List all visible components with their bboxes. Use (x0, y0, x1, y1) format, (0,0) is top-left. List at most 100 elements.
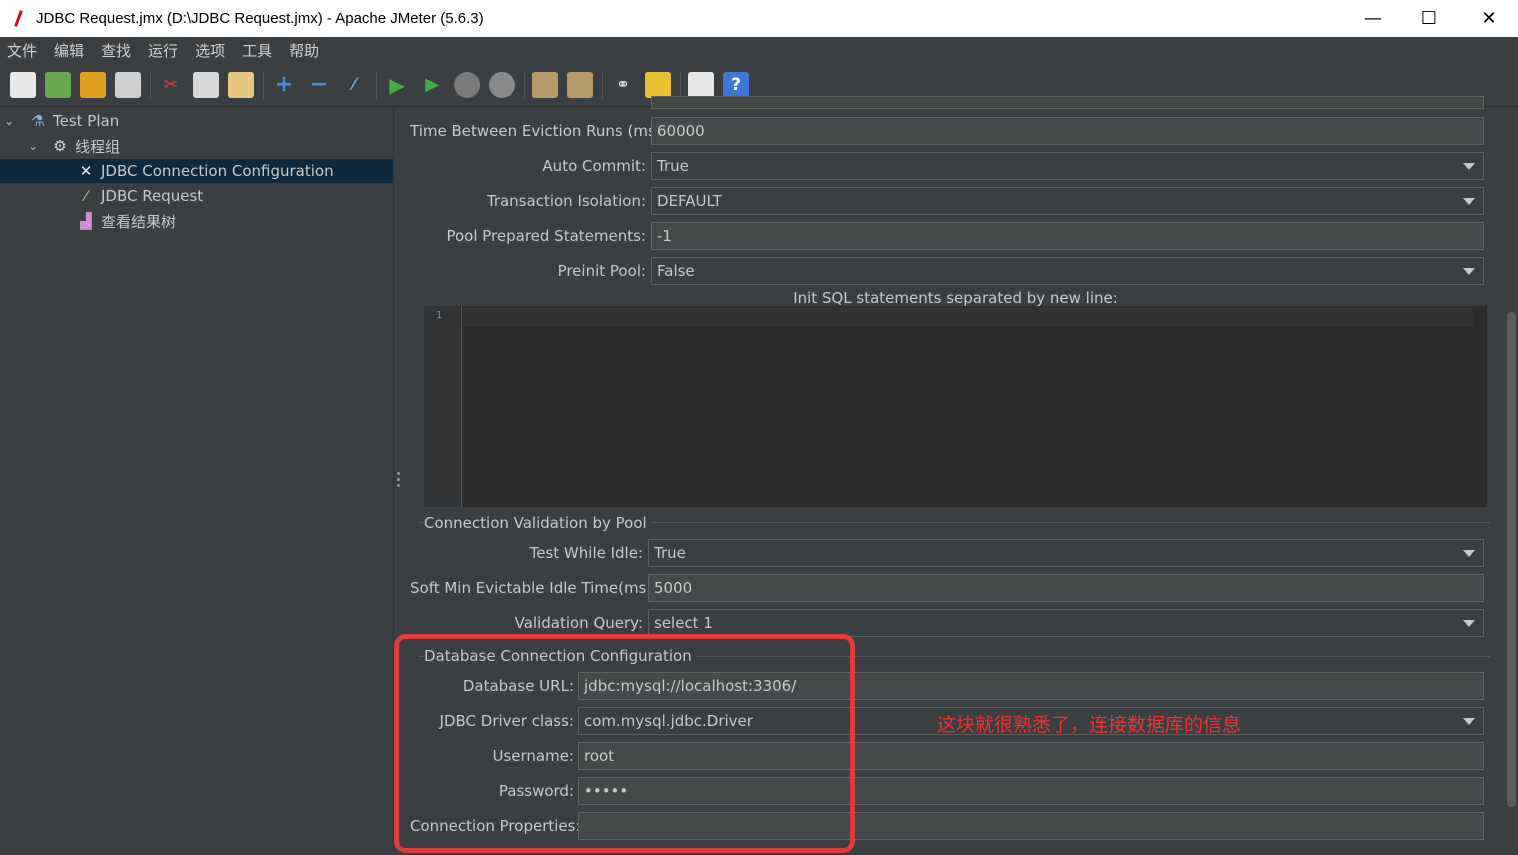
start-no-pauses-icon[interactable]: ▶ (419, 72, 445, 98)
preinit-label: Preinit Pool: (557, 262, 646, 280)
isolation-label: Transaction Isolation: (486, 192, 646, 210)
stop-icon[interactable] (454, 71, 480, 98)
menu-help[interactable]: 帮助 (289, 40, 319, 61)
chart-icon: ▟ (80, 212, 92, 230)
expand-icon[interactable]: + (271, 72, 297, 98)
menu-tools[interactable]: 工具 (242, 40, 272, 61)
scrollbar-thumb[interactable] (1507, 312, 1516, 807)
init-sql-editor[interactable]: 1 (424, 306, 1487, 507)
password-label: Password: (498, 782, 574, 800)
username-label: Username: (492, 747, 574, 765)
menu-options[interactable]: 选项 (195, 40, 225, 61)
function-helper-icon[interactable] (688, 71, 714, 98)
chevron-down-icon (1463, 163, 1475, 170)
isolation-value: DEFAULT (657, 192, 722, 210)
jmeter-feather-icon (12, 10, 26, 28)
database-section-title: Database Connection Configuration (424, 647, 696, 665)
current-line-highlight (463, 308, 1473, 327)
menu-search[interactable]: 查找 (101, 40, 131, 61)
tree-node-result-tree[interactable]: ▟ 查看结果树 (76, 209, 393, 233)
chevron-down-icon (1463, 718, 1475, 725)
reset-search-icon[interactable] (645, 71, 671, 98)
prepared-label: Pool Prepared Statements: (446, 227, 646, 245)
connection-properties-field[interactable] (578, 812, 1484, 840)
soft-min-field[interactable]: 5000 (648, 574, 1484, 602)
connection-properties-label: Connection Properties: (410, 817, 581, 835)
driver-class-value: com.mysql.jdbc.Driver (584, 712, 753, 730)
tree-label: JDBC Connection Configuration (101, 162, 334, 180)
copy-icon[interactable] (193, 71, 219, 98)
chevron-down-icon[interactable]: ⌄ (4, 114, 18, 128)
soft-min-label: Soft Min Evictable Idle Time(ms): (410, 579, 658, 597)
driver-class-label: JDBC Driver class: (439, 712, 574, 730)
menu-file[interactable]: 文件 (7, 40, 37, 61)
chevron-down-icon (1463, 268, 1475, 275)
open-icon[interactable] (80, 71, 106, 98)
test-idle-value: True (654, 544, 686, 562)
autocommit-label: Auto Commit: (542, 157, 646, 175)
prepared-field[interactable]: -1 (651, 222, 1484, 250)
close-button[interactable]: ✕ (1460, 0, 1518, 37)
validation-query-value: select 1 (654, 614, 713, 632)
validation-query-label: Validation Query: (514, 614, 643, 632)
menu-edit[interactable]: 编辑 (54, 40, 84, 61)
split-grip-icon[interactable] (397, 472, 401, 492)
database-url-field[interactable]: jdbc:mysql://localhost:3306/ (578, 672, 1484, 700)
save-icon[interactable] (115, 71, 141, 98)
preinit-select[interactable]: False (651, 257, 1484, 285)
username-field[interactable]: root (578, 742, 1484, 770)
window-title: JDBC Request.jmx (D:\JDBC Request.jmx) -… (36, 10, 484, 27)
preinit-value: False (657, 262, 695, 280)
init-sql-label: Init SQL statements separated by new lin… (793, 289, 1118, 307)
menu-run[interactable]: 运行 (148, 40, 178, 61)
chevron-down-icon (1463, 550, 1475, 557)
maximize-button[interactable]: ☐ (1400, 0, 1458, 37)
validation-section-title: Connection Validation by Pool (424, 514, 651, 532)
tree-label: JDBC Request (101, 187, 204, 205)
test-plan-tree: ⌄ ⚗ Test Plan ⌄ ⚙ 线程组 ✕ JDBC Connection … (0, 108, 393, 855)
collapse-icon[interactable]: − (306, 72, 332, 98)
title-bar: JDBC Request.jmx (D:\JDBC Request.jmx) -… (0, 0, 1518, 37)
line-number: 1 (436, 310, 443, 321)
validation-query-select[interactable]: select 1 (648, 609, 1484, 637)
minimize-button[interactable]: — (1344, 0, 1402, 37)
tree-label: 线程组 (75, 137, 121, 156)
menu-bar: 文件 编辑 查找 运行 选项 工具 帮助 (0, 37, 1518, 63)
clear-icon[interactable] (532, 71, 558, 98)
pipette-icon: ⁄ (84, 187, 88, 205)
templates-icon[interactable] (45, 71, 71, 98)
clear-all-icon[interactable] (567, 71, 593, 98)
paste-icon[interactable] (228, 71, 254, 98)
test-idle-select[interactable]: True (648, 539, 1484, 567)
field-partial (651, 96, 1484, 109)
editor-gutter: 1 (424, 306, 462, 507)
autocommit-select[interactable]: True (651, 152, 1484, 180)
gear-icon: ⚙ (53, 137, 67, 155)
chevron-down-icon (1463, 198, 1475, 205)
password-field[interactable]: ••••• (578, 777, 1484, 805)
autocommit-value: True (657, 157, 689, 175)
test-idle-label: Test While Idle: (529, 544, 643, 562)
eviction-label: Time Between Eviction Runs (ms): (410, 122, 667, 140)
tree-node-jdbc-request[interactable]: ⁄ JDBC Request (76, 184, 393, 208)
chevron-down-icon (1463, 620, 1475, 627)
isolation-select[interactable]: DEFAULT (651, 187, 1484, 215)
tree-node-test-plan[interactable]: ⌄ ⚗ Test Plan (4, 109, 393, 133)
cut-icon[interactable]: ✂ (158, 72, 184, 98)
tree-label: Test Plan (53, 112, 120, 130)
chevron-down-icon[interactable]: ⌄ (28, 139, 42, 153)
tree-node-jdbc-config[interactable]: ✕ JDBC Connection Configuration (0, 159, 393, 183)
new-icon[interactable] (10, 71, 36, 98)
search-binoculars-icon[interactable]: ⚭ (610, 72, 636, 98)
database-url-label: Database URL: (462, 677, 574, 695)
eviction-field[interactable]: 60000 (651, 117, 1484, 145)
tools-icon: ✕ (79, 162, 93, 180)
toggle-icon[interactable]: ⁄ (341, 72, 367, 98)
start-icon[interactable]: ▶ (384, 72, 410, 98)
tree-label: 查看结果树 (101, 212, 177, 231)
flask-icon: ⚗ (31, 112, 45, 130)
annotation-note: 这块就很熟悉了，连接数据库的信息 (937, 714, 1242, 736)
tree-node-thread-group[interactable]: ⌄ ⚙ 线程组 (28, 134, 393, 158)
shutdown-icon[interactable] (489, 71, 515, 98)
help-icon[interactable]: ? (723, 71, 749, 98)
